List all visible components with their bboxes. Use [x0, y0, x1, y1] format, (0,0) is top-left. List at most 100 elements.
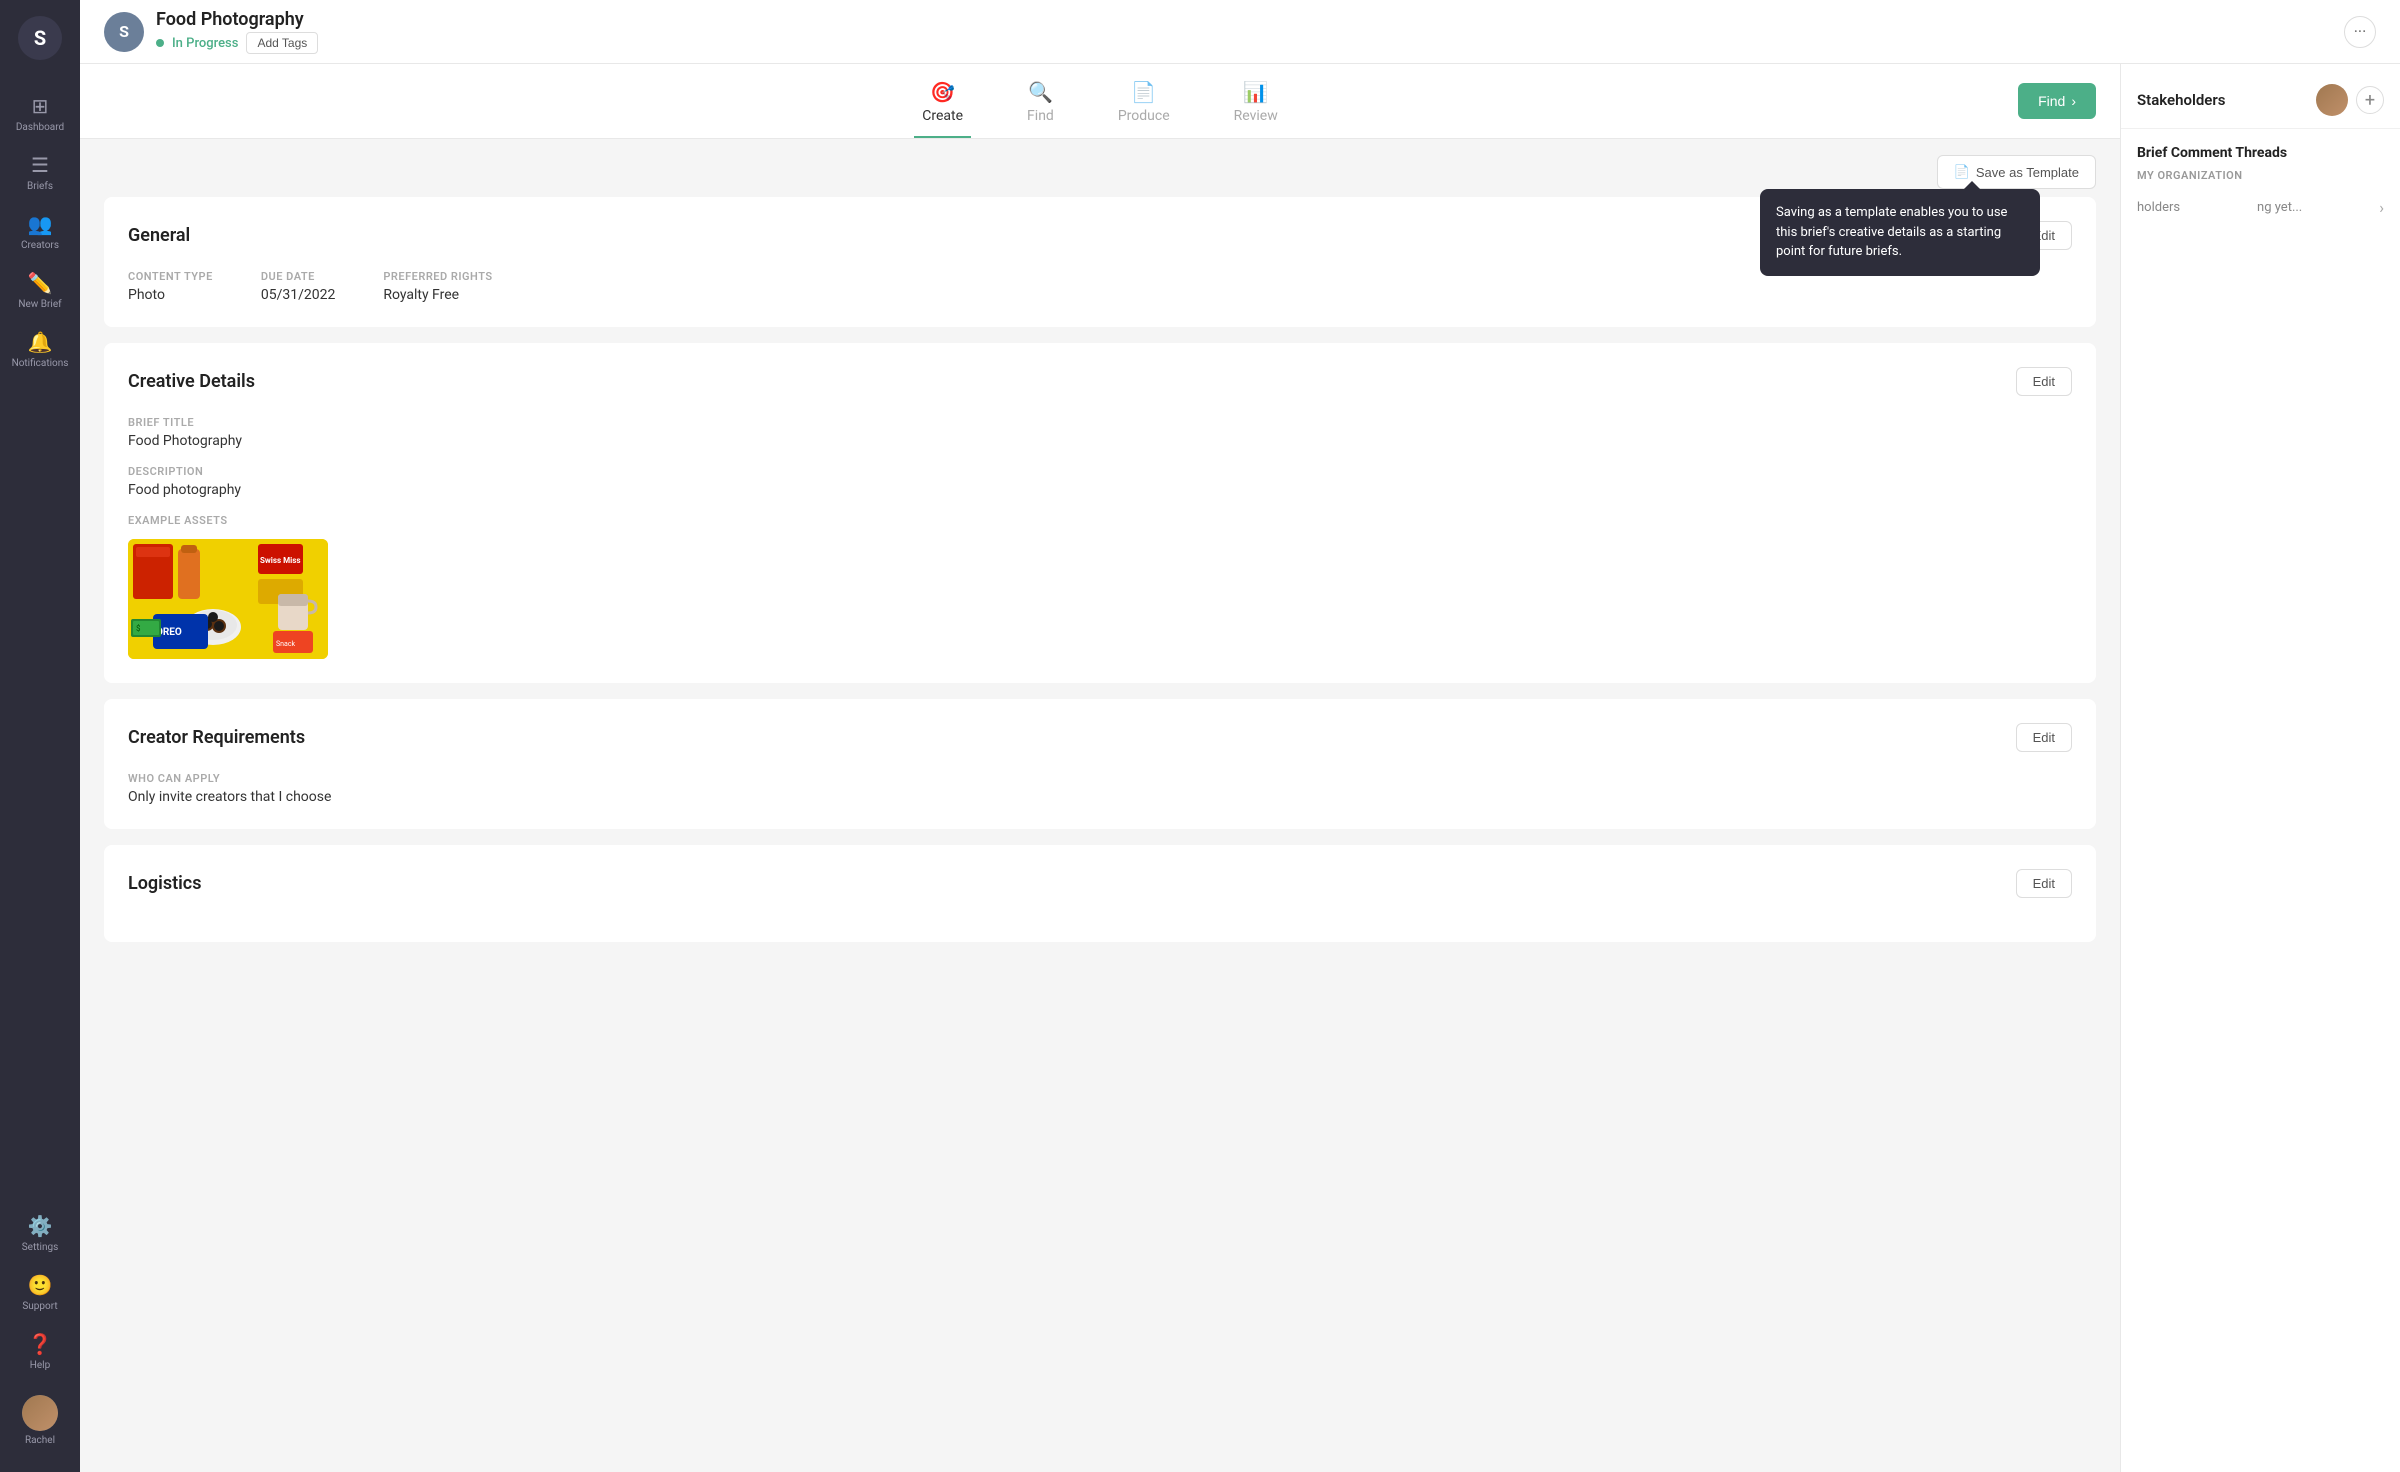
who-can-apply-field: WHO CAN APPLY Only invite creators that … — [128, 772, 2072, 805]
creator-requirements-section: Creator Requirements Edit WHO CAN APPLY … — [104, 699, 2096, 829]
tab-review[interactable]: 📊 Review — [1226, 64, 1286, 138]
briefs-icon: ☰ — [31, 153, 49, 177]
tab-find[interactable]: 🔍 Find — [1019, 64, 1062, 138]
user-profile[interactable]: Rachel — [0, 1381, 80, 1456]
content-area: 🎯 Create 🔍 Find 📄 Produce 📊 Review Find — [80, 64, 2400, 1472]
comment-threads-title: Brief Comment Threads — [2137, 145, 2384, 161]
svg-text:$: $ — [136, 624, 141, 633]
stakeholders-text: holders — [2137, 200, 2180, 215]
stakeholder-avatar — [2316, 84, 2348, 116]
brief-title-value: Food Photography — [128, 433, 2072, 449]
sidebar-item-briefs[interactable]: ☰ Briefs — [0, 143, 80, 202]
preferred-rights-field: PREFERRED RIGHTS Royalty Free — [383, 270, 492, 303]
review-tab-icon: 📊 — [1243, 80, 1268, 104]
logistics-section: Logistics Edit — [104, 845, 2096, 942]
user-name-label: Rachel — [25, 1435, 55, 1446]
brief-avatar: S — [104, 12, 144, 52]
create-tab-icon: 🎯 — [930, 80, 955, 104]
brief-avatar-letter: S — [119, 22, 129, 41]
tooltip-text: Saving as a template enables you to use … — [1776, 205, 2007, 259]
sidebar-item-label: Help — [30, 1360, 50, 1371]
avatar — [22, 1395, 58, 1431]
chevron-right-icon[interactable]: › — [2379, 198, 2384, 217]
header-meta: In Progress Add Tags — [156, 32, 318, 54]
content-type-value: Photo — [128, 287, 213, 303]
add-tags-button[interactable]: Add Tags — [246, 32, 318, 54]
sidebar-logo[interactable]: S — [18, 16, 62, 60]
more-options-button[interactable]: ··· — [2344, 16, 2376, 48]
find-button-label: Find — [2038, 93, 2065, 109]
creative-details-edit-button[interactable]: Edit — [2016, 367, 2072, 396]
tooltip-bubble: Saving as a template enables you to use … — [1760, 189, 2040, 276]
svg-text:Snack: Snack — [276, 640, 295, 648]
comment-threads-section: Brief Comment Threads MY ORGANIZATION ho… — [2121, 129, 2400, 241]
sidebar-item-label: Creators — [21, 240, 59, 251]
comment-item: holders ng yet... › — [2137, 190, 2384, 225]
save-template-button[interactable]: 📄 Save as Template — [1937, 155, 2096, 189]
sidebar-item-help[interactable]: ❓ Help — [0, 1322, 80, 1381]
content-main: 🎯 Create 🔍 Find 📄 Produce 📊 Review Find — [80, 64, 2120, 1472]
sidebar-item-creators[interactable]: 👥 Creators — [0, 202, 80, 261]
who-can-apply-value: Only invite creators that I choose — [128, 789, 2072, 805]
creative-details-title: Creative Details — [128, 371, 255, 392]
due-date-value: 05/31/2022 — [261, 287, 336, 303]
right-panel-actions: + — [2316, 84, 2384, 116]
description-label: DESCRIPTION — [128, 465, 2072, 478]
main-wrapper: S Food Photography In Progress Add Tags … — [80, 0, 2400, 1472]
find-button[interactable]: Find › — [2018, 83, 2096, 119]
add-icon: + — [2365, 90, 2375, 111]
description-field: DESCRIPTION Food photography — [128, 465, 2072, 498]
due-date-label: DUE DATE — [261, 270, 336, 283]
tab-find-label: Find — [1027, 108, 1054, 124]
settings-icon: ⚙️ — [28, 1214, 53, 1238]
sidebar-item-label: Settings — [22, 1242, 59, 1253]
content-type-label: CONTENT TYPE — [128, 270, 213, 283]
save-template-label: Save as Template — [1976, 165, 2079, 180]
tab-review-label: Review — [1234, 108, 1278, 124]
sidebar-item-new-brief[interactable]: ✏️ New Brief — [0, 261, 80, 320]
produce-tab-icon: 📄 — [1131, 80, 1156, 104]
dashboard-icon: ⊞ — [32, 94, 49, 118]
creators-icon: 👥 — [28, 212, 53, 236]
sidebar-item-label: Dashboard — [16, 122, 64, 133]
tab-produce-label: Produce — [1118, 108, 1170, 124]
page-title: Food Photography — [156, 9, 318, 30]
preferred-rights-value: Royalty Free — [383, 287, 492, 303]
stakeholders-title: Stakeholders — [2137, 91, 2225, 109]
sidebar-item-support[interactable]: 🙂 Support — [0, 1263, 80, 1322]
sidebar-item-notifications[interactable]: 🔔 Notifications — [0, 320, 80, 379]
right-panel: Stakeholders + Brief Comment Threads MY … — [2120, 64, 2400, 1472]
header: S Food Photography In Progress Add Tags … — [80, 0, 2400, 64]
example-assets-label: EXAMPLE ASSETS — [128, 514, 2072, 527]
who-can-apply-label: WHO CAN APPLY — [128, 772, 2072, 785]
tab-create[interactable]: 🎯 Create — [914, 64, 971, 138]
due-date-field: DUE DATE 05/31/2022 — [261, 270, 336, 303]
sidebar-item-settings[interactable]: ⚙️ Settings — [0, 1204, 80, 1263]
sidebar-item-dashboard[interactable]: ⊞ Dashboard — [0, 84, 80, 143]
new-brief-icon: ✏️ — [28, 271, 53, 295]
example-asset-image: Swiss Miss — [128, 539, 328, 659]
example-assets-field: EXAMPLE ASSETS — [128, 514, 2072, 659]
food-collage-svg: Swiss Miss — [128, 539, 328, 659]
sidebar: S ⊞ Dashboard ☰ Briefs 👥 Creators ✏️ New… — [0, 0, 80, 1472]
find-button-arrow: › — [2071, 93, 2076, 109]
right-panel-header: Stakeholders + — [2121, 64, 2400, 129]
creator-requirements-edit-button[interactable]: Edit — [2016, 723, 2072, 752]
svg-text:Swiss Miss: Swiss Miss — [260, 556, 300, 565]
creative-details-section: Creative Details Edit BRIEF TITLE Food P… — [104, 343, 2096, 683]
general-section-title: General — [128, 225, 190, 246]
find-tab-icon: 🔍 — [1028, 80, 1053, 104]
creative-details-header: Creative Details Edit — [128, 367, 2072, 396]
brief-title-label: BRIEF TITLE — [128, 416, 2072, 429]
no-comments-text: ng yet... — [2257, 200, 2302, 215]
add-stakeholder-button[interactable]: + — [2356, 86, 2384, 114]
tab-produce[interactable]: 📄 Produce — [1110, 64, 1178, 138]
org-label: MY ORGANIZATION — [2137, 169, 2384, 182]
sidebar-item-label: Notifications — [12, 358, 69, 369]
tab-create-label: Create — [922, 108, 963, 124]
creator-requirements-title: Creator Requirements — [128, 727, 305, 748]
tabs-bar: 🎯 Create 🔍 Find 📄 Produce 📊 Review Find — [80, 64, 2120, 139]
sidebar-item-label: Support — [22, 1301, 57, 1312]
logistics-edit-button[interactable]: Edit — [2016, 869, 2072, 898]
brief-title-field: BRIEF TITLE Food Photography — [128, 416, 2072, 449]
